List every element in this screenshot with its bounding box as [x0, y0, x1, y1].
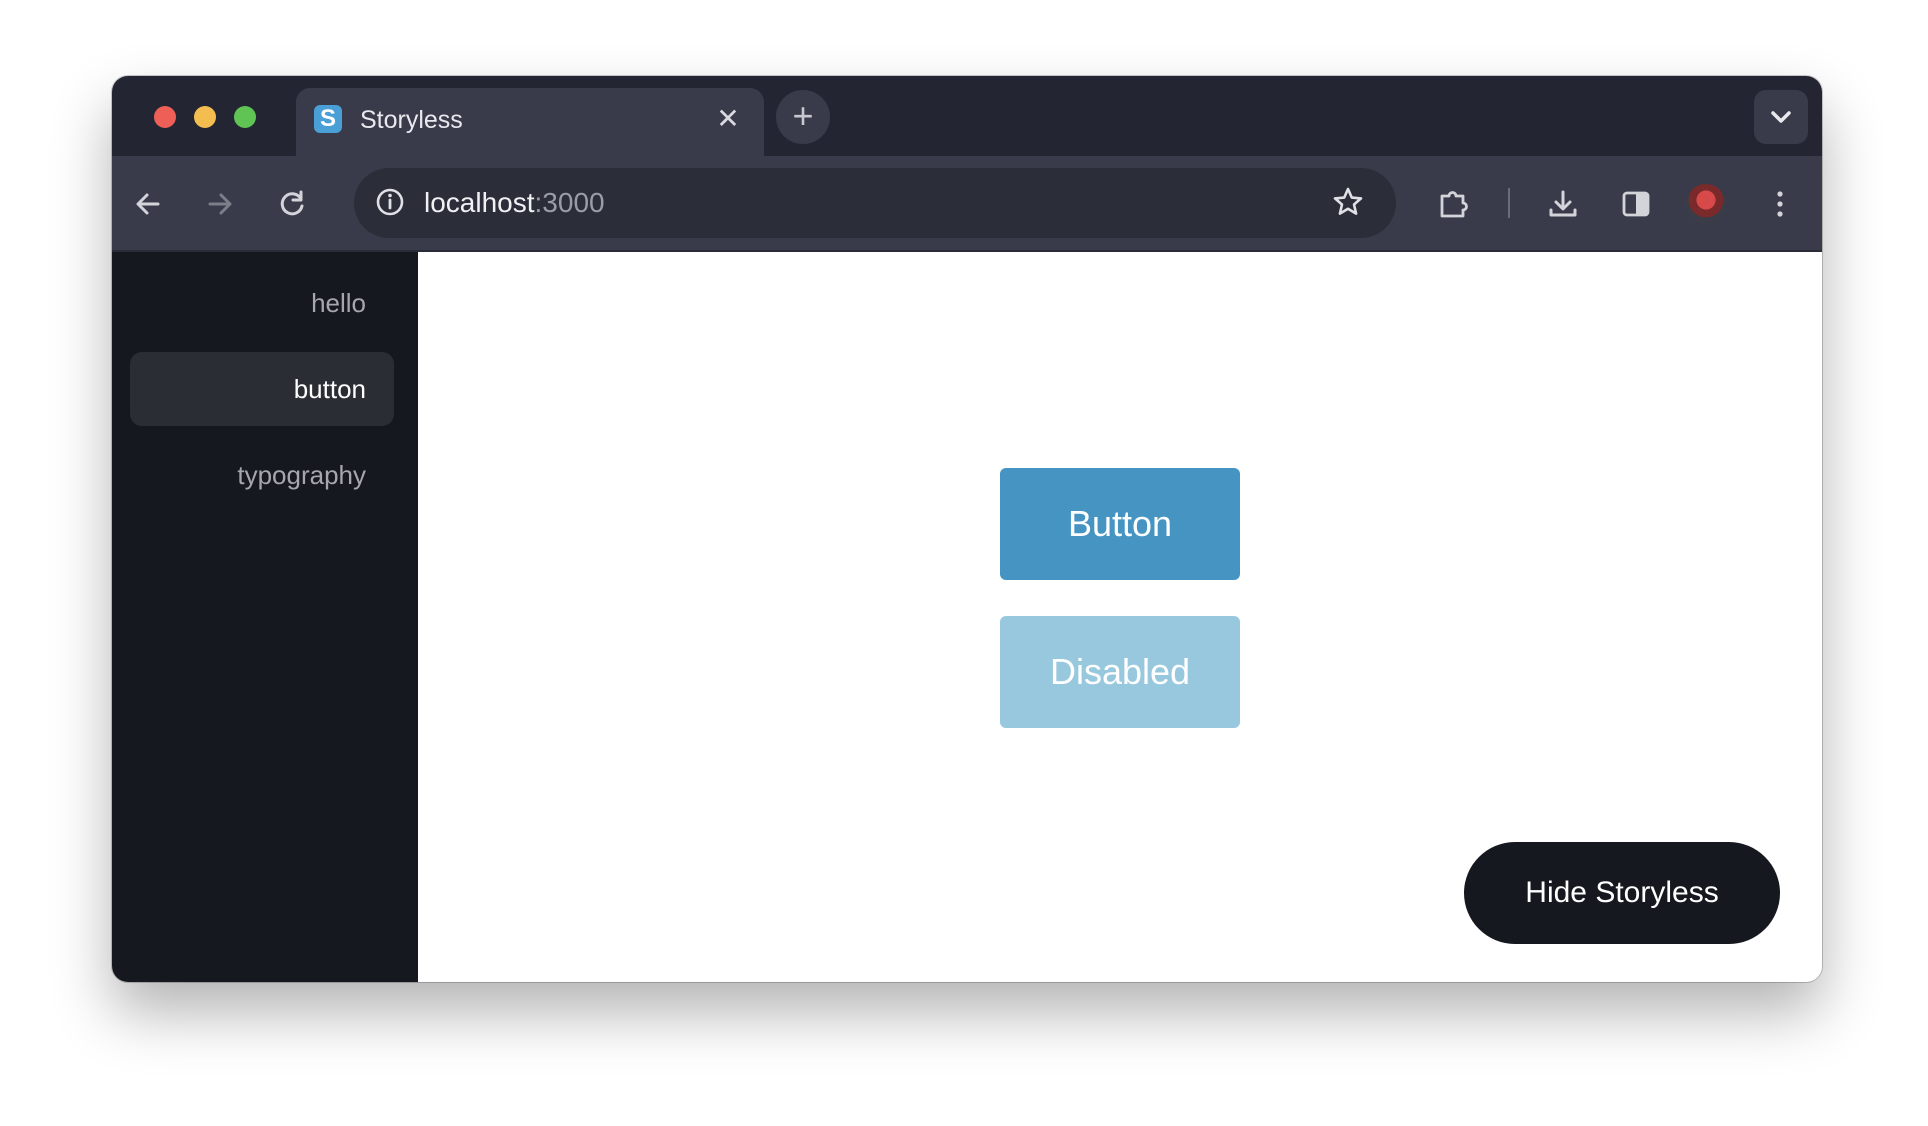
url-port: :3000 — [534, 187, 605, 218]
new-tab-button[interactable]: + — [776, 90, 830, 144]
avatar[interactable] — [1686, 184, 1726, 224]
close-window-button[interactable] — [154, 106, 176, 128]
back-button[interactable] — [126, 182, 170, 226]
primary-button[interactable]: Button — [1000, 468, 1240, 580]
storyless-sidebar: hello button typography — [112, 252, 418, 982]
info-icon — [376, 188, 404, 216]
back-arrow-icon — [136, 193, 160, 215]
close-tab-icon[interactable]: ✕ — [712, 103, 744, 135]
extensions-icon — [1440, 191, 1468, 218]
sidebar-item-hello[interactable]: hello — [130, 266, 394, 340]
star-icon — [1333, 187, 1363, 215]
downloads-button[interactable] — [1541, 182, 1585, 226]
chevron-down-icon — [1771, 111, 1791, 123]
disabled-button: Disabled — [1000, 616, 1240, 728]
bookmark-button[interactable] — [1328, 182, 1368, 222]
reload-icon — [280, 190, 304, 216]
browser-window: S Storyless ✕ + localhost:3000 hello but… — [112, 76, 1822, 982]
url-host: localhost — [424, 187, 535, 218]
storyless-favicon-icon: S — [314, 105, 342, 133]
forward-arrow-icon — [208, 193, 232, 215]
forward-button[interactable] — [198, 182, 242, 226]
side-panel-icon — [1622, 191, 1650, 217]
address-bar[interactable]: localhost:3000 — [354, 168, 1396, 238]
hide-storyless-button[interactable]: Hide Storyless — [1464, 842, 1780, 944]
story-canvas: Button Disabled Hide Storyless — [418, 252, 1822, 982]
reload-button[interactable] — [270, 182, 314, 226]
browser-toolbar: localhost:3000 — [112, 156, 1822, 252]
url-text: localhost:3000 — [424, 186, 605, 220]
side-panel-button[interactable] — [1614, 182, 1658, 226]
tab-title: Storyless — [360, 106, 463, 134]
toolbar-divider — [1508, 188, 1510, 218]
tab-strip: S Storyless ✕ + — [112, 76, 1822, 156]
minimize-window-button[interactable] — [194, 106, 216, 128]
page-content: hello button typography Button Disabled … — [112, 252, 1822, 982]
tab-search-button[interactable] — [1754, 90, 1808, 144]
sidebar-item-typography[interactable]: typography — [130, 438, 394, 512]
site-info-button[interactable] — [370, 182, 410, 222]
menu-button[interactable] — [1758, 182, 1802, 226]
sidebar-item-button[interactable]: button — [130, 352, 394, 426]
download-icon — [1549, 190, 1577, 217]
more-vert-icon — [1777, 191, 1783, 217]
tab-storyless[interactable]: S Storyless ✕ — [296, 88, 764, 156]
maximize-window-button[interactable] — [234, 106, 256, 128]
extensions-button[interactable] — [1432, 182, 1476, 226]
